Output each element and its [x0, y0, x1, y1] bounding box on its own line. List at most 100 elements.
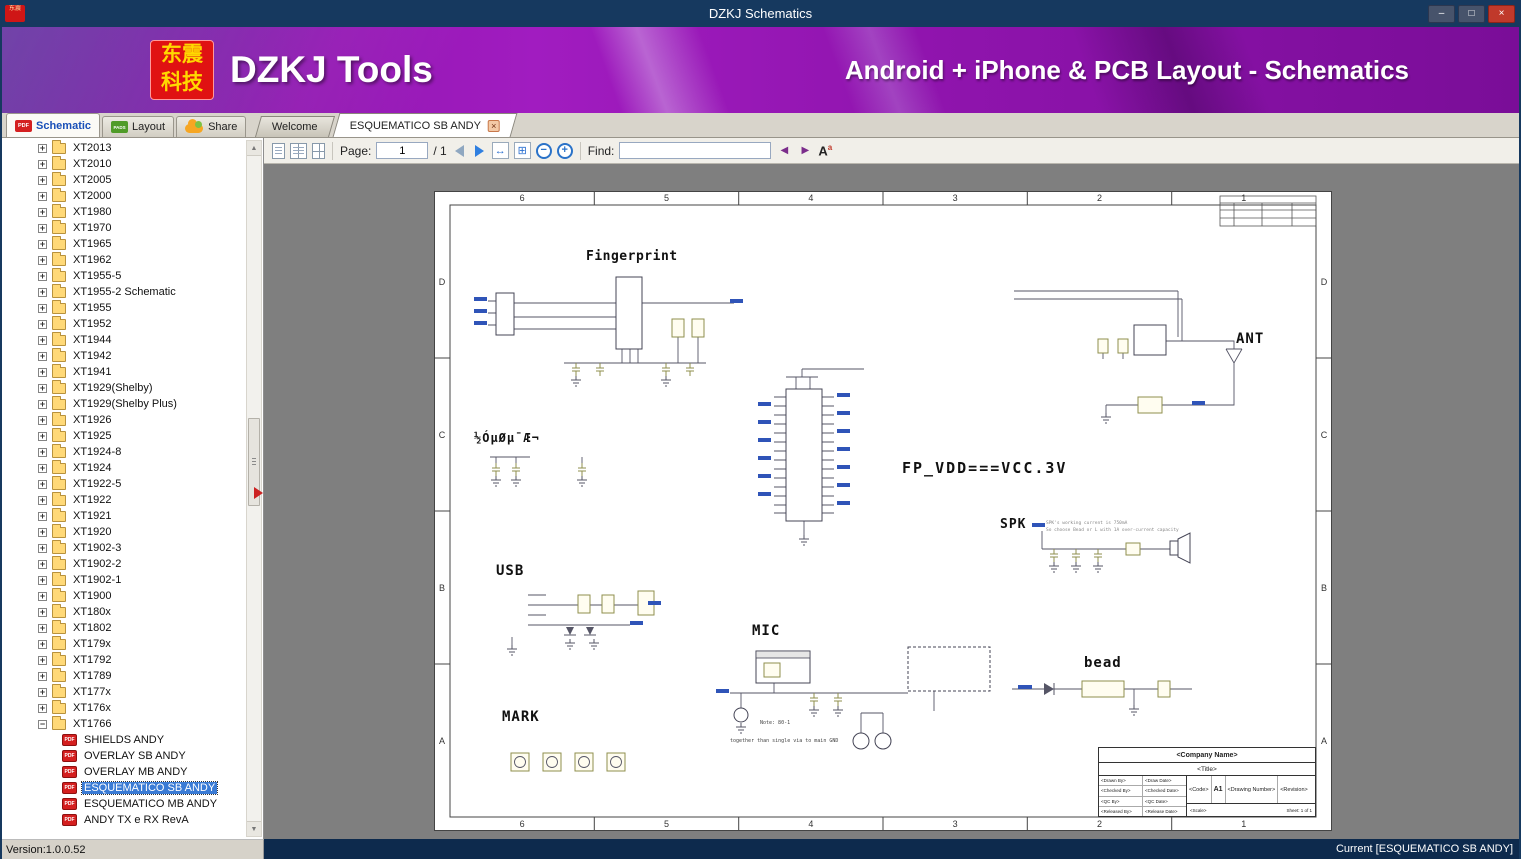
- expand-icon[interactable]: +: [38, 399, 47, 409]
- sidebar-collapse-arrow[interactable]: [254, 487, 263, 499]
- find-input[interactable]: [619, 142, 772, 159]
- pdf-viewer[interactable]: 654321 654321 DCBA DCBA Fingerprint ANT …: [264, 164, 1519, 839]
- fit-page-button[interactable]: ⊞: [513, 142, 531, 159]
- file-item[interactable]: PDF OVERLAY MB ANDY: [4, 764, 245, 780]
- page-number-input[interactable]: [376, 142, 429, 159]
- folder-item[interactable]: + XT1900: [4, 587, 245, 604]
- expand-icon[interactable]: +: [38, 351, 47, 361]
- folder-item[interactable]: + XT1925: [4, 427, 245, 444]
- font-size-icon[interactable]: Aa: [818, 143, 832, 158]
- expand-icon[interactable]: +: [38, 431, 47, 441]
- folder-item[interactable]: + XT1922: [4, 491, 245, 508]
- folder-item[interactable]: + XT2005: [4, 171, 245, 188]
- fit-width-button[interactable]: ↔: [491, 142, 509, 159]
- folder-item[interactable]: + XT1952: [4, 315, 245, 332]
- expand-icon[interactable]: +: [38, 415, 47, 425]
- folder-item[interactable]: + XT180x: [4, 603, 245, 620]
- expand-icon[interactable]: +: [38, 591, 47, 601]
- folder-item[interactable]: + XT2000: [4, 187, 245, 204]
- folder-item[interactable]: + XT1962: [4, 251, 245, 268]
- expand-icon[interactable]: +: [38, 303, 47, 313]
- expand-icon[interactable]: +: [38, 511, 47, 521]
- folder-item[interactable]: + XT1942: [4, 347, 245, 364]
- single-page-view-button[interactable]: [272, 142, 285, 159]
- expand-icon[interactable]: +: [38, 703, 47, 713]
- folder-item[interactable]: + XT1926: [4, 411, 245, 428]
- maximize-button[interactable]: □: [1458, 4, 1485, 23]
- expand-icon[interactable]: +: [38, 655, 47, 665]
- expand-icon[interactable]: +: [38, 575, 47, 585]
- minimize-button[interactable]: –: [1428, 4, 1455, 23]
- folder-item[interactable]: + XT176x: [4, 699, 245, 716]
- file-item[interactable]: PDF ANDY TX e RX RevA: [4, 812, 245, 828]
- expand-icon[interactable]: +: [38, 479, 47, 489]
- expand-icon[interactable]: +: [38, 319, 47, 329]
- folder-item[interactable]: + XT1924-8: [4, 443, 245, 460]
- find-previous-icon[interactable]: ◀: [776, 145, 792, 156]
- folder-item[interactable]: + XT1980: [4, 203, 245, 220]
- scroll-up-icon[interactable]: ▲: [247, 141, 261, 156]
- folder-item[interactable]: + XT1929(Shelby): [4, 379, 245, 396]
- expand-icon[interactable]: +: [38, 687, 47, 697]
- tab-esquematico-sb-andy[interactable]: ESQUEMATICO SB ANDY ×: [332, 113, 518, 137]
- tab-share[interactable]: Share: [176, 116, 247, 137]
- folder-item-xt1766[interactable]: − XT1766: [4, 715, 245, 732]
- expand-icon[interactable]: +: [38, 255, 47, 265]
- app-icon[interactable]: 东震: [5, 5, 25, 22]
- folder-item[interactable]: + XT1941: [4, 363, 245, 380]
- zoom-in-button[interactable]: +: [556, 142, 573, 159]
- expand-icon[interactable]: +: [38, 607, 47, 617]
- folder-item[interactable]: + XT2013: [4, 140, 245, 156]
- folder-item[interactable]: + XT1921: [4, 507, 245, 524]
- folder-item[interactable]: + XT1944: [4, 331, 245, 348]
- expand-icon[interactable]: +: [38, 623, 47, 633]
- close-button[interactable]: ×: [1488, 4, 1515, 23]
- multi-page-view-button[interactable]: [312, 142, 325, 159]
- folder-item[interactable]: + XT1902-1: [4, 571, 245, 588]
- expand-icon[interactable]: +: [38, 239, 47, 249]
- folder-item[interactable]: + XT1955-5: [4, 267, 245, 284]
- tab-welcome[interactable]: Welcome: [255, 116, 336, 137]
- tab-schematic[interactable]: PDF Schematic: [6, 113, 101, 137]
- expand-icon[interactable]: +: [38, 287, 47, 297]
- expand-icon[interactable]: +: [38, 527, 47, 537]
- folder-item[interactable]: + XT1955: [4, 299, 245, 316]
- zoom-out-button[interactable]: −: [535, 142, 552, 159]
- expand-icon[interactable]: +: [38, 207, 47, 217]
- close-tab-icon[interactable]: ×: [488, 119, 501, 132]
- folder-item[interactable]: + XT1789: [4, 667, 245, 684]
- expand-icon[interactable]: +: [38, 367, 47, 377]
- folder-item[interactable]: + XT1792: [4, 651, 245, 668]
- folder-item[interactable]: + XT1955-2 Schematic: [4, 283, 245, 300]
- folder-item[interactable]: + XT2010: [4, 155, 245, 172]
- folder-item[interactable]: + XT179x: [4, 635, 245, 652]
- expand-icon[interactable]: +: [38, 671, 47, 681]
- folder-item[interactable]: + XT1902-2: [4, 555, 245, 572]
- expand-icon[interactable]: +: [38, 639, 47, 649]
- expand-icon[interactable]: +: [38, 223, 47, 233]
- folder-item[interactable]: + XT1924: [4, 459, 245, 476]
- facing-pages-view-button[interactable]: [290, 142, 307, 159]
- expand-icon[interactable]: +: [38, 335, 47, 345]
- folder-item[interactable]: + XT1970: [4, 219, 245, 236]
- expand-icon[interactable]: +: [38, 159, 47, 169]
- expand-icon[interactable]: +: [38, 495, 47, 505]
- expand-icon[interactable]: +: [38, 559, 47, 569]
- expand-icon[interactable]: +: [38, 191, 47, 201]
- expand-icon[interactable]: +: [38, 271, 47, 281]
- expand-icon[interactable]: +: [38, 543, 47, 553]
- folder-item[interactable]: + XT177x: [4, 683, 245, 700]
- file-item[interactable]: PDF ESQUEMATICO MB ANDY: [4, 796, 245, 812]
- expand-icon[interactable]: +: [38, 175, 47, 185]
- folder-item[interactable]: + XT1965: [4, 235, 245, 252]
- collapse-icon[interactable]: −: [38, 719, 47, 729]
- expand-icon[interactable]: +: [38, 463, 47, 473]
- next-page-button[interactable]: [474, 144, 484, 157]
- expand-icon[interactable]: +: [38, 447, 47, 457]
- find-next-icon[interactable]: ▶: [797, 145, 813, 156]
- file-item[interactable]: PDF SHIELDS ANDY: [4, 732, 245, 748]
- folder-item[interactable]: + XT1922-5: [4, 475, 245, 492]
- file-item[interactable]: PDF OVERLAY SB ANDY: [4, 748, 245, 764]
- file-item[interactable]: PDF ESQUEMATICO SB ANDY: [4, 780, 245, 796]
- expand-icon[interactable]: +: [38, 383, 47, 393]
